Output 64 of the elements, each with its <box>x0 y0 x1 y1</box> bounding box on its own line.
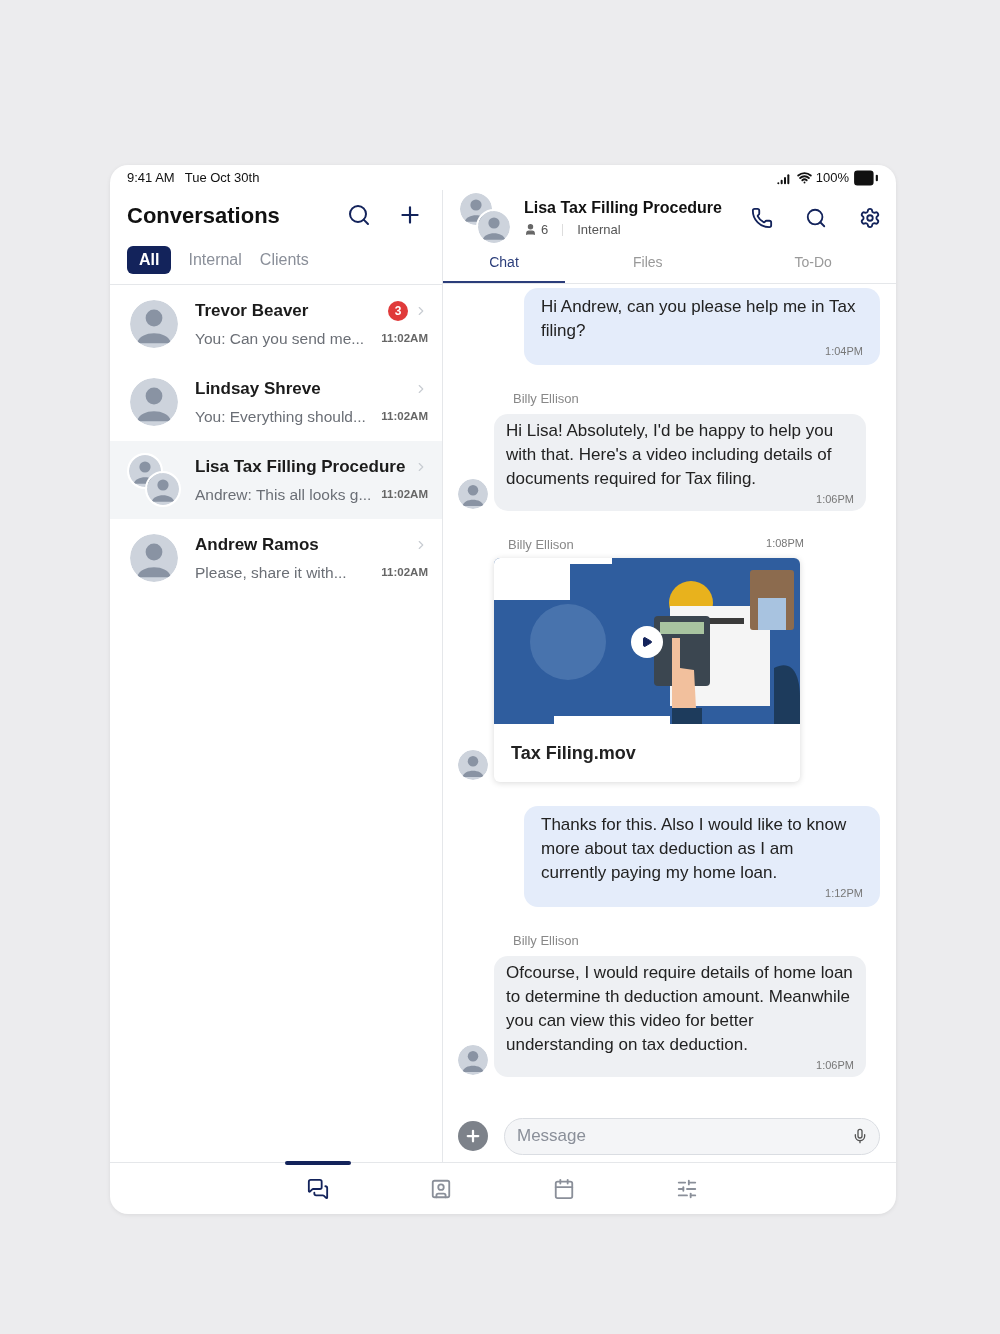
conversation-name: Lindsay Shreve <box>195 378 322 401</box>
message-text: Thanks for this. Also I would like to know more about tax deduction as I am currently paying my home loan. <box>541 814 848 884</box>
message-text: Hi Lisa! Absolutely, I'd be happy to help you with that. Here's a video including details of documents required for Tax filing. <box>506 420 835 490</box>
person-icon <box>524 223 537 236</box>
message-input[interactable]: Message <box>504 1117 880 1155</box>
phone-icon <box>751 206 773 229</box>
wifi-icon <box>796 170 812 185</box>
message-time: 1:12PM <box>825 886 863 901</box>
message-preview: Andrew: This all looks g... <box>195 484 373 505</box>
message-text: Hi Andrew, can you please help me in Tax filing? <box>541 296 857 342</box>
plus-icon <box>464 1127 482 1145</box>
message-time: 1:06PM <box>816 492 854 507</box>
conversation-time: 11:02AM <box>381 564 428 580</box>
conversation-item[interactable]: Lisa Tax Filling Procedure Andrew: This all looks g... 11:02AM <box>110 441 442 519</box>
search-button[interactable] <box>347 203 371 227</box>
filter-tab[interactable]: All <box>127 245 172 274</box>
message-preview: You: Can you send me... <box>195 328 366 349</box>
avatar <box>456 1042 490 1077</box>
status-time: 9:41 AM <box>127 168 175 187</box>
contact-card-icon <box>429 1177 452 1200</box>
avatar <box>456 748 490 782</box>
search-icon <box>347 203 371 227</box>
search-icon <box>805 206 827 229</box>
sliders-icon <box>675 1177 698 1200</box>
battery-percent: 100% <box>815 168 849 187</box>
message-preview: You: Everything should... <box>195 406 367 427</box>
search-button[interactable] <box>805 206 827 229</box>
microphone-icon <box>852 1127 868 1144</box>
chats-icon <box>306 1177 329 1200</box>
page-title: Conversations <box>127 201 281 230</box>
conversation-time: 11:02AM <box>381 486 428 502</box>
video-card[interactable]: Tax Filing.mov <box>494 558 800 782</box>
chat-tab[interactable]: Chat <box>443 244 565 283</box>
file-name: Tax Filing.mov <box>511 741 636 765</box>
message-text: Ofcourse, I would require details of home loan to determine th deduction amount. Meanwhile you can view this video for better understanding on tax deduction. <box>506 962 854 1056</box>
chat-title: Lisa Tax Filling Procedure <box>524 197 723 218</box>
conversation-name: Andrew Ramos <box>195 534 320 557</box>
settings-icon <box>859 206 881 229</box>
settings-button[interactable] <box>859 206 881 229</box>
avatar <box>476 208 512 245</box>
avatar <box>145 471 181 507</box>
conversation-time: 11:02AM <box>381 330 428 346</box>
play-icon <box>641 636 653 648</box>
message-time: 1:04PM <box>825 344 863 359</box>
call-button[interactable] <box>751 206 773 229</box>
sender-name: Billy Ellison <box>513 931 580 950</box>
message-time: 1:08PM <box>766 535 804 551</box>
member-count: 6 <box>541 220 549 239</box>
add-button[interactable] <box>458 1121 488 1151</box>
message-time: 1:06PM <box>816 1058 854 1073</box>
message-preview: Please, share it with... <box>195 562 348 583</box>
conversation-time: 11:02AM <box>381 408 428 424</box>
chat-type: Internal <box>577 220 621 239</box>
sender-name: Billy Ellison <box>513 389 580 408</box>
sender-name: Billy Ellison <box>508 535 574 554</box>
unread-count: 3 <box>388 300 408 321</box>
conversation-name: Trevor Beaver <box>195 300 310 323</box>
avatar <box>128 298 180 350</box>
status-date: Tue Oct 30th <box>184 168 260 187</box>
avatar <box>456 476 490 511</box>
avatar <box>128 376 180 428</box>
conversation-name: Lisa Tax Filling Procedure <box>195 456 407 479</box>
avatar <box>128 532 180 584</box>
calendar-icon <box>552 1177 575 1200</box>
